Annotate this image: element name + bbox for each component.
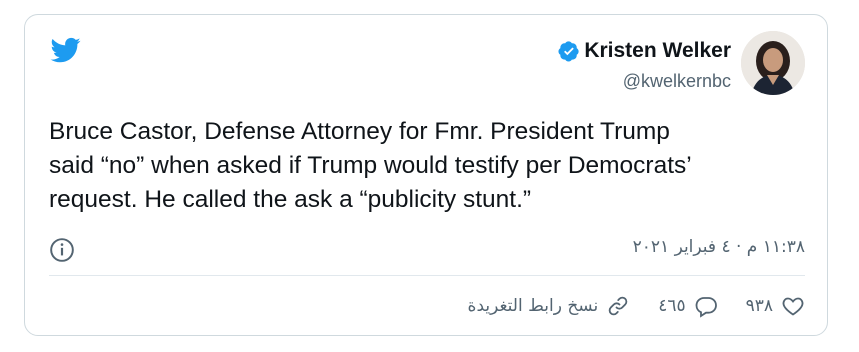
divider bbox=[49, 275, 805, 276]
twitter-bird-icon[interactable] bbox=[49, 35, 83, 65]
copy-link-label: نسخ رابط التغريدة bbox=[467, 296, 599, 316]
like-button[interactable]: ٩٣٨ bbox=[746, 294, 805, 318]
info-icon[interactable] bbox=[49, 237, 75, 263]
tweet-text: Bruce Castor, Defense Attorney for Fmr. … bbox=[49, 118, 692, 213]
reply-count: ٤٦٥ bbox=[658, 296, 686, 316]
tweet-timestamp[interactable]: ١١:٣٨ م · ٤ فبراير ٢٠٢١ bbox=[633, 237, 805, 257]
like-count: ٩٣٨ bbox=[745, 296, 773, 316]
verified-badge-icon bbox=[558, 41, 579, 62]
avatar-image bbox=[741, 31, 805, 95]
tweet-actions: ٩٣٨ ٤٦٥ نسخ رابط التغريدة bbox=[468, 291, 805, 321]
author-handle[interactable]: @kwelkernbc bbox=[623, 71, 731, 92]
copy-link-button[interactable]: نسخ رابط التغريدة bbox=[468, 294, 631, 318]
reply-icon bbox=[695, 297, 717, 318]
tweet-card[interactable]: Kristen Welker @kwelkernbc Bruce Castor,… bbox=[24, 14, 828, 336]
link-icon bbox=[608, 296, 628, 316]
reply-button[interactable]: ٤٦٥ bbox=[658, 294, 717, 318]
heart-icon bbox=[782, 297, 804, 316]
author-name[interactable]: Kristen Welker bbox=[584, 39, 731, 63]
avatar[interactable] bbox=[741, 31, 805, 95]
author-name-row[interactable]: Kristen Welker bbox=[558, 39, 731, 63]
